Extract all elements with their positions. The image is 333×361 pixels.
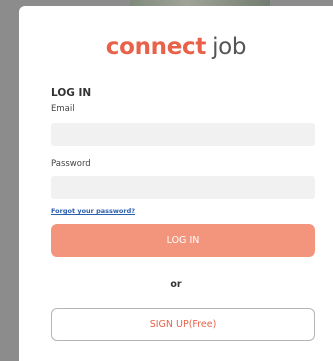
password-field[interactable] xyxy=(51,176,315,199)
signup-button-label: SIGN UP(Free) xyxy=(149,319,217,330)
login-button-label: LOG IN xyxy=(166,235,200,246)
login-card: connect job LOG IN Email Password Forgot … xyxy=(19,6,333,361)
or-divider-text: or xyxy=(170,279,182,290)
logo-suffix-text: job xyxy=(212,34,247,60)
connect-job-logo: connect job xyxy=(19,34,333,60)
password-label: Password xyxy=(51,159,91,169)
email-field[interactable] xyxy=(51,123,315,146)
signup-button[interactable]: SIGN UP(Free) xyxy=(51,308,315,341)
login-heading: LOG IN xyxy=(51,87,92,99)
forgot-password-link[interactable]: Forgot your password? xyxy=(51,207,135,215)
email-label: Email xyxy=(51,104,75,114)
logo-brand-text: connect xyxy=(105,34,207,60)
login-button[interactable]: LOG IN xyxy=(51,224,315,257)
